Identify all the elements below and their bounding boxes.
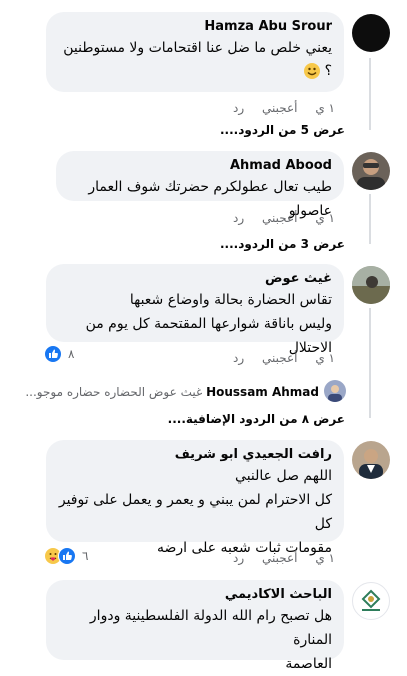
reaction-summary[interactable]: ٦ (44, 547, 88, 565)
comment-text: يعني خلص ما ضل عنا اقتحامات ولا مستوطنين (63, 40, 332, 56)
comment-actions: ١ ي أعجبني رد (219, 550, 335, 566)
comment-actions: ١ ي أعجبني رد (219, 100, 335, 116)
thread-line (369, 308, 371, 418)
avatar[interactable] (352, 14, 390, 52)
view-more-replies-link[interactable]: عرض 5 من الردود.... (220, 122, 345, 138)
like-button[interactable]: أعجبني (262, 551, 297, 565)
reply-button[interactable]: رد (233, 211, 244, 225)
comment-text: هل تصبح رام الله الدولة الفلسطينية ودوار… (89, 608, 332, 648)
comment-time[interactable]: ١ ي (315, 101, 335, 115)
comment-author[interactable]: رافت الجعيدي ابو شريف (46, 440, 344, 464)
reply-button[interactable]: رد (233, 551, 244, 565)
comment-time[interactable]: ١ ي (315, 211, 335, 225)
avatar[interactable] (352, 441, 390, 479)
comment-bubble: Hamza Abu Srour يعني خلص ما ضل عنا اقتحا… (46, 12, 344, 92)
like-reaction-icon (58, 547, 76, 565)
comment-text-end: ؟ (324, 63, 332, 79)
comment-bubble: رافت الجعيدي ابو شريف اللهم صل عالنبي كل… (46, 440, 344, 556)
like-button[interactable]: أعجبني (262, 351, 297, 365)
view-more-replies-link[interactable]: عرض ٨ من الردود الإضافية.... (168, 411, 345, 427)
comment-bubble: الباحث الاكاديمي هل تصبح رام الله الدولة… (46, 580, 344, 672)
view-more-replies-link[interactable]: عرض 3 من الردود.... (220, 236, 345, 252)
comment-author[interactable]: Hamza Abu Srour (46, 12, 344, 36)
reaction-count: ٦ (82, 549, 89, 563)
thread-line (369, 58, 371, 130)
reply-author[interactable]: Houssam Ahmad (206, 385, 319, 399)
reply-avatar[interactable] (324, 380, 346, 402)
comment-text-line2: العاصمة (285, 656, 332, 672)
reply-preview[interactable]: Houssam Ahmad غيث عوض الحضاره حضاره موجو… (25, 384, 319, 400)
reply-button[interactable]: رد (233, 351, 244, 365)
avatar[interactable] (352, 152, 390, 190)
like-button[interactable]: أعجبني (262, 211, 297, 225)
smiley-emoji-icon (304, 63, 321, 79)
like-button[interactable]: أعجبني (262, 101, 297, 115)
comment-text-line2: كل الاحترام لمن يبني و يعمر و يعمل على ت… (58, 492, 332, 532)
reply-button[interactable]: رد (233, 101, 244, 115)
reply-snippet: غيث عوض الحضاره حضاره موجو... (25, 385, 203, 399)
comment-bubble: Ahmad Abood طيب تعال عطولكرم حضرتك شوف ا… (56, 151, 344, 219)
comment-bubble: غيث عوض تقاس الحضارة بحالة واوضاع شعبها … (46, 264, 344, 356)
comment-time[interactable]: ١ ي (315, 351, 335, 365)
comment-author[interactable]: الباحث الاكاديمي (46, 580, 344, 604)
avatar[interactable] (352, 266, 390, 304)
comment-author[interactable]: غيث عوض (46, 264, 344, 288)
avatar[interactable] (352, 582, 390, 620)
reaction-count: ٨ (68, 347, 75, 361)
like-reaction-icon (44, 345, 62, 363)
comment-actions: ١ ي أعجبني رد (219, 350, 335, 366)
comment-author[interactable]: Ahmad Abood (56, 151, 344, 175)
comment-time[interactable]: ١ ي (315, 551, 335, 565)
comment-actions: ١ ي أعجبني رد (219, 210, 335, 226)
reaction-summary[interactable]: ٨ (44, 345, 74, 363)
thread-line (369, 194, 371, 244)
comment-text: تقاس الحضارة بحالة واوضاع شعبها (129, 292, 332, 308)
comment-text-line2: ؟ (46, 60, 344, 82)
comment-text: اللهم صل عالنبي (235, 468, 332, 484)
